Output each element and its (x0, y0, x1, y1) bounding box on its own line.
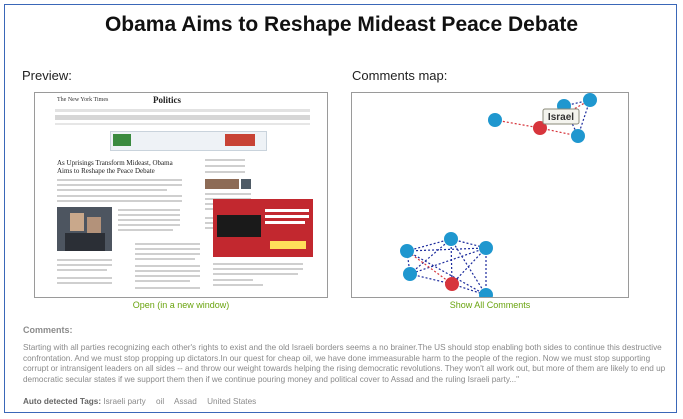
tags-label: Auto detected Tags: (23, 397, 102, 406)
comments-map-label: Comments map: (352, 68, 448, 83)
graph-node[interactable] (479, 241, 493, 255)
tag-item[interactable]: Assad (174, 397, 197, 406)
open-new-window-link[interactable]: Open (in a new window) (34, 300, 328, 310)
graph-node[interactable] (583, 93, 597, 107)
preview-label: Preview: (22, 68, 72, 83)
graph-node[interactable] (488, 113, 502, 127)
graph-edge (406, 250, 487, 296)
graph-node[interactable] (400, 244, 414, 258)
graph-node[interactable] (479, 288, 493, 298)
page-title: Obama Aims to Reshape Mideast Peace Deba… (104, 13, 579, 36)
comments-map-graph: Israel (400, 93, 597, 298)
newspaper-logo: The New York Times (57, 97, 109, 103)
israel-node-label[interactable]: Israel (542, 108, 580, 125)
comment-text: Starting with all parties recognizing ea… (23, 343, 666, 384)
article-headline: As Uprisings Transform Mideast, Obama Ai… (57, 159, 173, 175)
newspaper-section: Politics (153, 95, 181, 105)
tag-item[interactable]: Israeli party (103, 397, 145, 406)
graph-edge (409, 247, 487, 275)
comments-map[interactable]: Israel (351, 92, 629, 298)
tag-item[interactable]: United States (207, 397, 256, 406)
graph-node[interactable] (403, 267, 417, 281)
graph-edge (406, 247, 487, 252)
graph-node[interactable] (571, 129, 585, 143)
graph-node[interactable] (444, 232, 458, 246)
israel-node-text: Israel (548, 112, 574, 123)
article-preview-thumbnail[interactable]: The New York Times Politics As Uprisings… (34, 92, 328, 298)
comments-heading: Comments: (23, 325, 73, 335)
show-all-comments-link[interactable]: Show All Comments (351, 300, 629, 310)
tag-item[interactable]: oil (156, 397, 164, 406)
graph-hub-node[interactable] (445, 277, 459, 291)
auto-detected-tags: Auto detected Tags: Israeli party oil As… (23, 397, 264, 406)
